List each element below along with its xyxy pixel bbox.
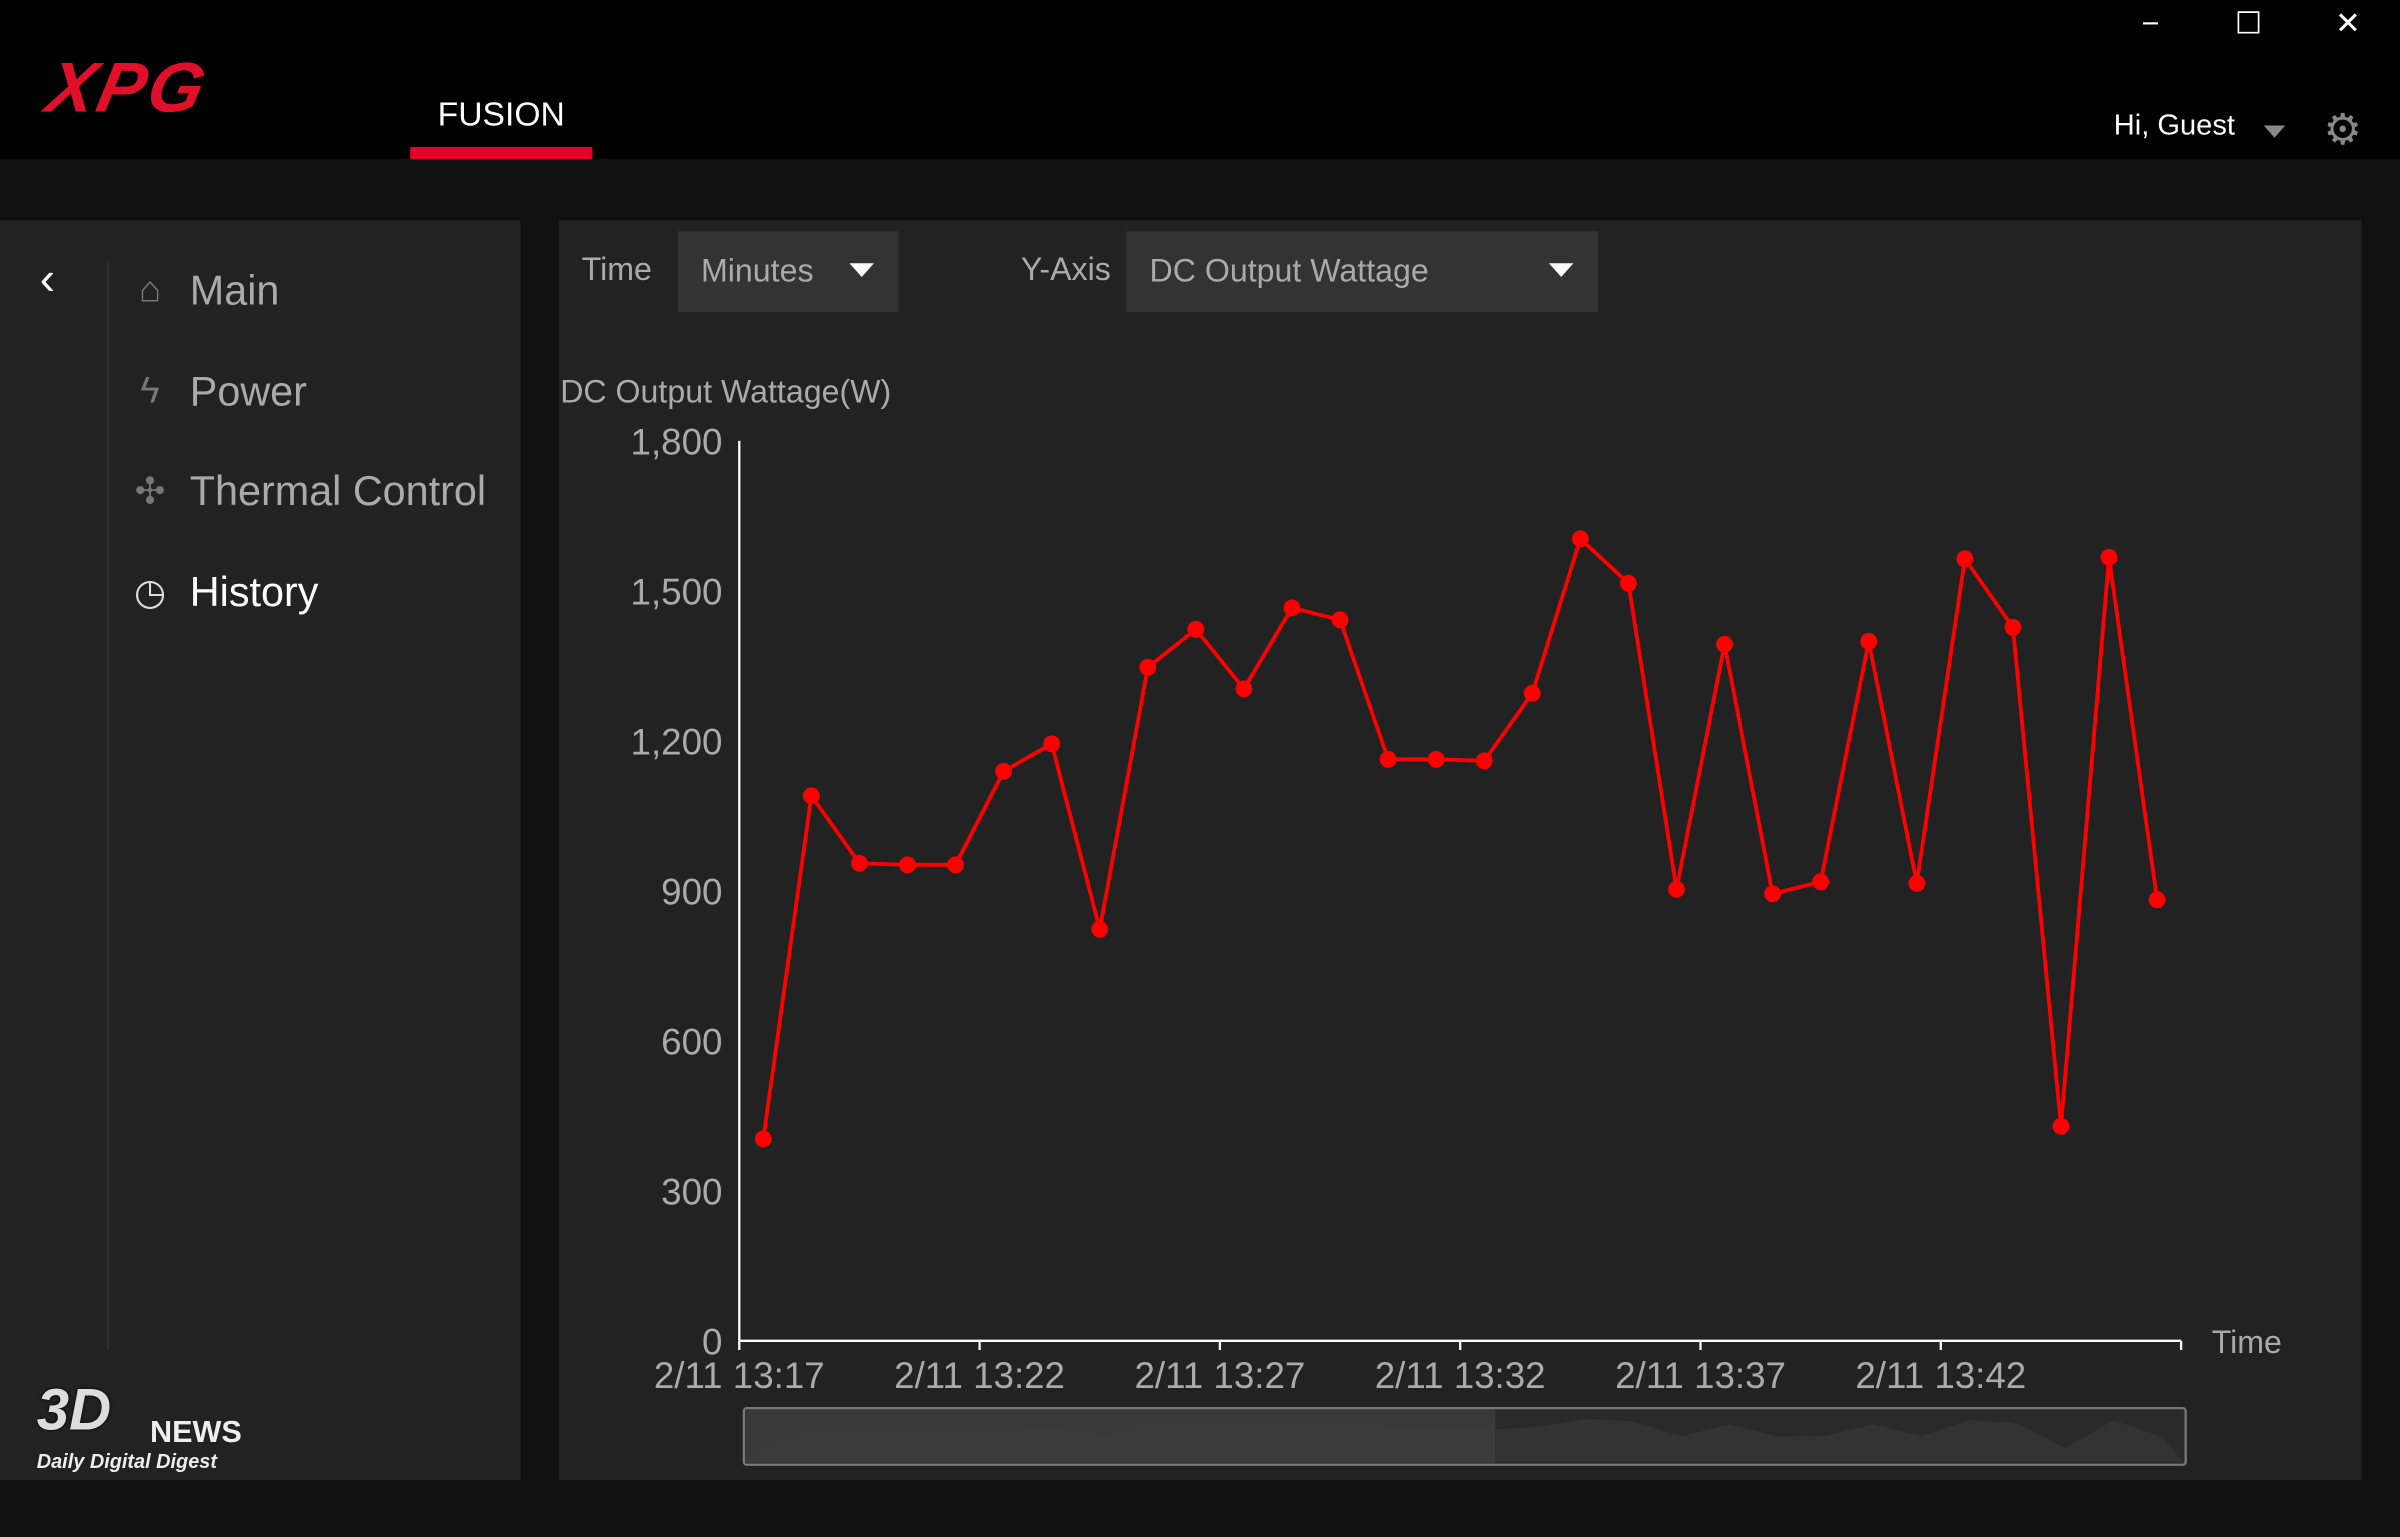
watermark-tagline: Daily Digital Digest [36,1449,217,1473]
y-tick-label: 300 [661,1172,722,1213]
data-point [1619,574,1637,592]
data-point [802,787,820,805]
data-point [1523,684,1541,702]
data-point [1956,550,1974,568]
x-tick-label: 2/11 13:37 [1615,1355,1786,1396]
app-window: XPG FUSION − ☐ ✕ Hi, Guest ⚙ ‹ ⌂ Main ϟ … [0,0,2400,1537]
wattage-line-chart: 03006009001,2001,5001,8002/11 13:17 2/11 … [631,422,2282,1466]
y-tick-label: 1,500 [631,572,723,613]
data-point [1908,874,1926,892]
data-point [2052,1117,2070,1135]
y-tick-label: 1,200 [631,722,723,763]
x-tick-label: 2/11 13:32 [1375,1355,1546,1396]
data-point [1475,752,1493,770]
y-tick-label: 900 [661,872,722,913]
data-point [1860,632,1878,650]
y-tick-label: 1,800 [631,422,723,463]
data-point [1139,658,1157,676]
x-tick-label: 2/11 13:22 [894,1355,1065,1396]
data-point [2100,548,2118,566]
data-point [2004,618,2022,636]
data-point [947,856,964,874]
series-line [761,536,2159,1140]
data-point [1812,873,1830,891]
data-point [1427,750,1445,768]
y-tick-label: 600 [661,1022,722,1063]
watermark-brand: 3D [36,1379,112,1444]
x-axis-title: Time [2212,1324,2282,1360]
data-point [1043,735,1061,753]
data-point [995,762,1013,780]
data-point [1091,920,1109,938]
data-point [851,854,868,872]
scrollbar-window-handle[interactable] [745,1409,1496,1464]
data-point [1331,611,1349,629]
data-point [1283,599,1301,617]
data-point [1235,680,1253,698]
data-point [1379,750,1397,768]
x-tick-label: 2/11 13:27 [1134,1355,1305,1396]
x-tick-label: 2/11 13:42 [1855,1355,2026,1396]
data-point [1668,880,1685,898]
x-tick-label: 2/11 13:17 [654,1355,825,1396]
data-point [2148,891,2166,909]
data-point [899,856,916,874]
data-point [754,1130,772,1148]
data-point [1716,635,1733,653]
data-point [1571,530,1589,548]
data-point [1187,620,1205,638]
watermark-brand2: NEWS [149,1415,242,1450]
data-point [1764,885,1782,903]
3dnews-watermark: 3D NEWS Daily Digital Digest [21,1370,297,1485]
